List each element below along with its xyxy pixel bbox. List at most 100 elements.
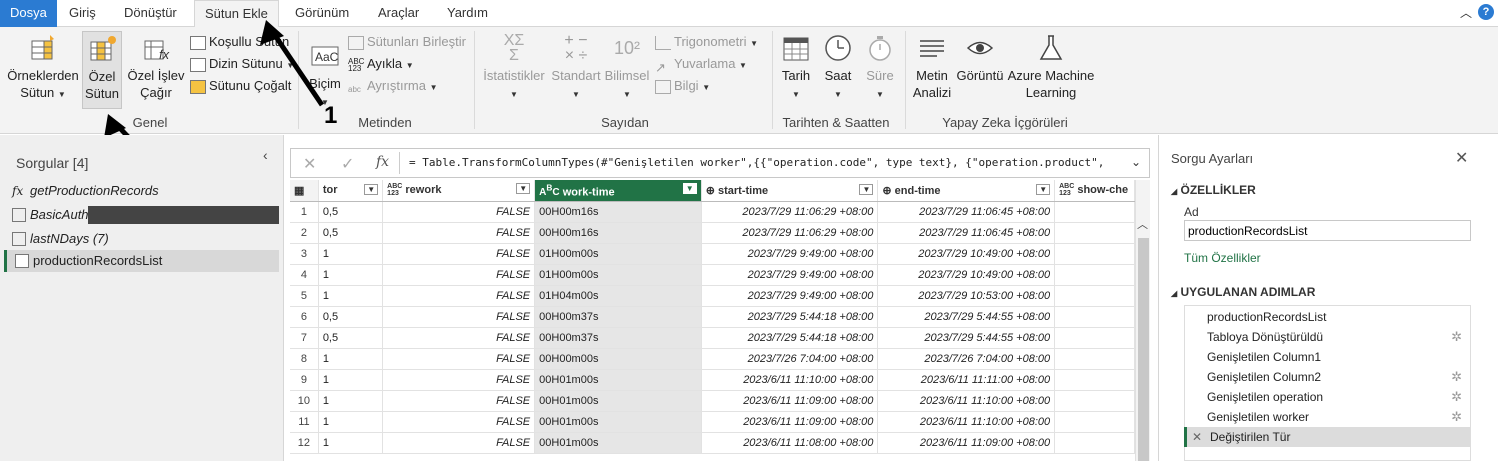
cell-rework[interactable]: FALSE <box>382 369 536 391</box>
cell-end-time[interactable]: 2023/6/11 11:10:00 +08:00 <box>877 411 1056 433</box>
cell-start-time[interactable]: 2023/6/11 11:09:00 +08:00 <box>701 411 879 433</box>
cell-start-time[interactable]: 2023/7/29 9:49:00 +08:00 <box>701 264 879 286</box>
cell-show-che[interactable] <box>1054 243 1135 265</box>
cell-end-time[interactable]: 2023/7/29 10:49:00 +08:00 <box>877 264 1056 286</box>
table-row[interactable]: 8 1 FALSE 00H00m00s 2023/7/26 7:04:00 +08:00… <box>290 348 1135 370</box>
select-all-table-icon[interactable]: ▦ <box>290 180 319 202</box>
cell-tor[interactable]: 1 <box>318 411 384 433</box>
confirm-icon[interactable]: ✓ <box>341 154 354 174</box>
cell-work-time[interactable]: 00H00m16s <box>534 201 702 223</box>
applied-step[interactable]: Genişletilen Column2 ✲ <box>1184 367 1470 387</box>
cell-tor[interactable]: 0,5 <box>318 306 384 328</box>
cell-work-time[interactable]: 00H01m00s <box>534 411 702 433</box>
table-row[interactable]: 1 0,5 FALSE 00H00m16s 2023/7/29 11:06:29 +08… <box>290 201 1135 223</box>
row-number[interactable]: 9 <box>290 369 319 391</box>
table-row[interactable]: 9 1 FALSE 00H01m00s 2023/6/11 11:10:00 +08:0… <box>290 369 1135 391</box>
row-number[interactable]: 11 <box>290 411 319 433</box>
applied-step[interactable]: productionRecordsList <box>1184 307 1470 327</box>
gear-icon[interactable]: ✲ <box>1451 367 1462 387</box>
cell-rework[interactable]: FALSE <box>382 306 536 328</box>
cell-show-che[interactable] <box>1054 306 1135 328</box>
applied-step[interactable]: Genişletilen Column1 <box>1184 347 1470 367</box>
cell-show-che[interactable] <box>1054 348 1135 370</box>
row-number[interactable]: 10 <box>290 390 319 412</box>
filter-dropdown-icon[interactable]: ▼ <box>859 183 874 195</box>
cell-tor[interactable]: 1 <box>318 369 384 391</box>
query-item[interactable]: lastNDays (7) <box>4 228 279 250</box>
row-number[interactable]: 4 <box>290 264 319 286</box>
gear-icon[interactable]: ✲ <box>1451 407 1462 427</box>
cell-start-time[interactable]: 2023/6/11 11:08:00 +08:00 <box>701 432 879 454</box>
filter-dropdown-icon[interactable]: ▼ <box>682 182 697 194</box>
cell-show-che[interactable] <box>1054 327 1135 349</box>
column-header[interactable]: ABC 123 rework ▼ <box>382 180 536 202</box>
cell-end-time[interactable]: 2023/7/29 10:49:00 +08:00 <box>877 243 1056 265</box>
cell-end-time[interactable]: 2023/6/11 11:09:00 +08:00 <box>877 432 1056 454</box>
table-row[interactable]: 5 1 FALSE 01H04m00s 2023/7/29 9:49:00 +08:00… <box>290 285 1135 307</box>
scrollbar-thumb[interactable] <box>1138 238 1149 461</box>
cell-tor[interactable]: 0,5 <box>318 201 384 223</box>
cell-work-time[interactable]: 00H01m00s <box>534 369 702 391</box>
cell-work-time[interactable]: 00H00m16s <box>534 222 702 244</box>
cell-rework[interactable]: FALSE <box>382 432 536 454</box>
scroll-up-icon[interactable]: ︿ <box>1137 216 1148 232</box>
cell-start-time[interactable]: 2023/7/29 11:06:29 +08:00 <box>701 222 879 244</box>
cell-tor[interactable]: 0,5 <box>318 327 384 349</box>
cell-rework[interactable]: FALSE <box>382 348 536 370</box>
cell-tor[interactable]: 1 <box>318 285 384 307</box>
table-row[interactable]: 11 1 FALSE 00H01m00s 2023/6/11 11:09:00 +08:… <box>290 411 1135 433</box>
cell-tor[interactable]: 1 <box>318 390 384 412</box>
cell-work-time[interactable]: 01H00m00s <box>534 264 702 286</box>
column-header[interactable]: ⊕ start-time ▼ <box>701 180 879 202</box>
column-header[interactable]: ABC 123 show-che <box>1054 180 1135 202</box>
cell-start-time[interactable]: 2023/7/29 11:06:29 +08:00 <box>701 201 879 223</box>
cell-show-che[interactable] <box>1054 369 1135 391</box>
cell-start-time[interactable]: 2023/7/29 5:44:18 +08:00 <box>701 306 879 328</box>
row-number[interactable]: 6 <box>290 306 319 328</box>
cell-start-time[interactable]: 2023/6/11 11:10:00 +08:00 <box>701 369 879 391</box>
expand-formula-icon[interactable]: ⌄ <box>1131 155 1141 169</box>
cell-show-che[interactable] <box>1054 285 1135 307</box>
column-header-selected[interactable]: ABC work-time ▼ <box>534 180 702 202</box>
formula-text[interactable]: = Table.TransformColumnTypes(#"Genişleti… <box>409 156 1104 169</box>
cell-tor[interactable]: 1 <box>318 243 384 265</box>
cell-end-time[interactable]: 2023/6/11 11:10:00 +08:00 <box>877 390 1056 412</box>
cell-start-time[interactable]: 2023/7/29 5:44:18 +08:00 <box>701 327 879 349</box>
cell-work-time[interactable]: 00H00m00s <box>534 348 702 370</box>
cell-start-time[interactable]: 2023/7/29 9:49:00 +08:00 <box>701 243 879 265</box>
cell-start-time[interactable]: 2023/7/26 7:04:00 +08:00 <box>701 348 879 370</box>
cell-show-che[interactable] <box>1054 264 1135 286</box>
cell-tor[interactable]: 1 <box>318 264 384 286</box>
gear-icon[interactable]: ✲ <box>1451 387 1462 407</box>
filter-dropdown-icon[interactable]: ▼ <box>1036 183 1051 195</box>
table-row[interactable]: 3 1 FALSE 01H00m00s 2023/7/29 9:49:00 +08:00… <box>290 243 1135 265</box>
cell-work-time[interactable]: 00H00m37s <box>534 306 702 328</box>
row-number[interactable]: 1 <box>290 201 319 223</box>
row-number[interactable]: 5 <box>290 285 319 307</box>
close-icon[interactable]: ✕ <box>1455 148 1468 168</box>
cell-end-time[interactable]: 2023/7/29 11:06:45 +08:00 <box>877 201 1056 223</box>
vertical-scrollbar[interactable]: ︿ <box>1135 180 1150 461</box>
applied-step[interactable]: Tabloya Dönüştürüldü ✲ <box>1184 327 1470 347</box>
cell-rework[interactable]: FALSE <box>382 285 536 307</box>
query-name-input[interactable] <box>1184 220 1471 241</box>
cell-rework[interactable]: FALSE <box>382 264 536 286</box>
column-header[interactable]: tor ▼ <box>318 180 384 202</box>
cell-work-time[interactable]: 00H01m00s <box>534 432 702 454</box>
cell-tor[interactable]: 0,5 <box>318 222 384 244</box>
table-row[interactable]: 7 0,5 FALSE 00H00m37s 2023/7/29 5:44:18 +08:… <box>290 327 1135 349</box>
cell-tor[interactable]: 1 <box>318 348 384 370</box>
cell-end-time[interactable]: 2023/7/29 5:44:55 +08:00 <box>877 327 1056 349</box>
delete-step-icon[interactable]: ✕ <box>1192 427 1202 447</box>
table-row[interactable]: 10 1 FALSE 00H01m00s 2023/6/11 11:09:00 +08:… <box>290 390 1135 412</box>
filter-dropdown-icon[interactable]: ▼ <box>516 183 531 195</box>
cell-rework[interactable]: FALSE <box>382 222 536 244</box>
row-number[interactable]: 8 <box>290 348 319 370</box>
query-item-selected[interactable]: productionRecordsList <box>4 250 279 272</box>
gear-icon[interactable]: ✲ <box>1451 327 1462 347</box>
all-properties-link[interactable]: Tüm Özellikler <box>1184 251 1261 265</box>
cell-end-time[interactable]: 2023/7/26 7:04:00 +08:00 <box>877 348 1056 370</box>
collapse-queries-icon[interactable]: ‹ <box>263 147 268 163</box>
filter-dropdown-icon[interactable]: ▼ <box>364 184 379 196</box>
cell-end-time[interactable]: 2023/7/29 10:53:00 +08:00 <box>877 285 1056 307</box>
